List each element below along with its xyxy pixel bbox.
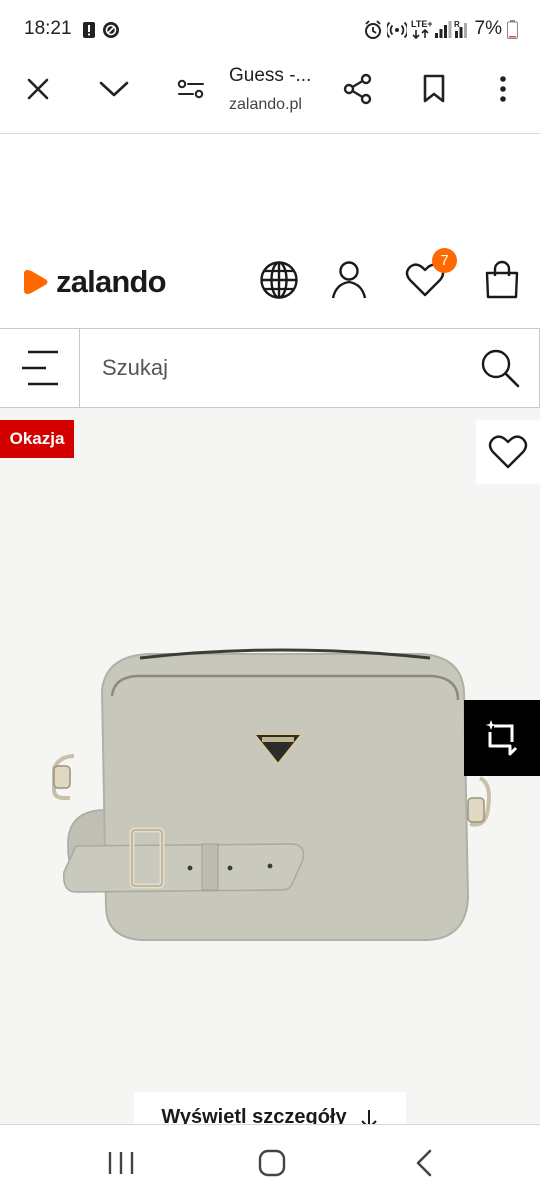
back-icon <box>416 1149 432 1177</box>
globe-icon <box>260 261 298 299</box>
more-options-button[interactable] <box>479 65 527 113</box>
hotspot-icon <box>387 21 407 39</box>
svg-text:R: R <box>454 20 460 29</box>
minimize-button[interactable] <box>90 65 138 113</box>
alarm-icon <box>365 20 381 39</box>
show-details-button[interactable]: Wyświetl szczegóły <box>134 1092 406 1124</box>
zalando-play-icon <box>24 270 48 294</box>
alert-icon <box>83 22 95 38</box>
search-button[interactable] <box>460 329 540 407</box>
product-gallery[interactable]: Okazja Wyświetl szczegóły <box>0 408 540 1124</box>
search-input[interactable] <box>80 329 460 407</box>
site-settings-button[interactable] <box>167 65 215 113</box>
zalando-logo[interactable]: zalando <box>22 264 167 300</box>
tab-url[interactable]: zalando.pl <box>229 96 302 114</box>
bag-button[interactable] <box>480 258 524 302</box>
svg-text:LTE+: LTE+ <box>411 19 432 29</box>
show-details-label: Wyświetl szczegóły <box>161 1106 347 1124</box>
bag-icon <box>485 260 519 299</box>
add-to-wishlist-button[interactable] <box>476 420 540 484</box>
sale-badge: Okazja <box>0 420 74 458</box>
site-header: zalando 7 <box>0 134 540 328</box>
recent-apps-icon <box>108 1152 134 1174</box>
account-button[interactable] <box>327 258 371 302</box>
share-button[interactable] <box>334 65 382 113</box>
menu-button[interactable] <box>0 329 80 407</box>
bookmark-button[interactable] <box>410 65 458 113</box>
arrow-down-icon <box>360 1110 377 1124</box>
back-button[interactable] <box>394 1141 454 1185</box>
system-nav-bar <box>0 1124 540 1200</box>
language-button[interactable] <box>257 258 301 302</box>
logo-mark <box>24 270 48 294</box>
account-icon <box>331 261 367 299</box>
home-button[interactable] <box>242 1141 302 1185</box>
blocked-icon <box>103 22 119 38</box>
browser-toolbar: Guess -... zalando.pl <box>0 60 540 134</box>
close-icon <box>27 78 49 100</box>
recent-apps-button[interactable] <box>91 1141 151 1185</box>
tab-title[interactable]: Guess -... <box>229 65 311 87</box>
heart-icon <box>488 435 528 469</box>
hamburger-menu-icon <box>21 350 58 386</box>
chevron-down-icon <box>99 81 129 97</box>
logo-text: zalando <box>56 264 167 299</box>
more-icon <box>500 76 506 102</box>
status-bar: 18:21 LTE+ R 7% <box>0 0 540 60</box>
share-icon <box>343 73 372 105</box>
battery-level: 7% <box>474 18 502 39</box>
status-time: 18:21 <box>24 18 72 39</box>
try-on-icon <box>485 720 518 756</box>
close-tab-button[interactable] <box>14 65 62 113</box>
lte-icon: LTE+ <box>411 19 432 40</box>
wishlist-count-badge: 7 <box>432 248 457 273</box>
product-image <box>52 648 491 941</box>
search-icon <box>481 349 519 388</box>
bookmark-icon <box>423 74 445 103</box>
site-settings-icon <box>177 79 204 99</box>
view-in-room-button[interactable] <box>464 700 540 776</box>
signal-icon: R <box>435 20 467 38</box>
home-icon <box>258 1149 286 1177</box>
battery-icon <box>507 20 518 39</box>
search-bar <box>0 328 540 408</box>
